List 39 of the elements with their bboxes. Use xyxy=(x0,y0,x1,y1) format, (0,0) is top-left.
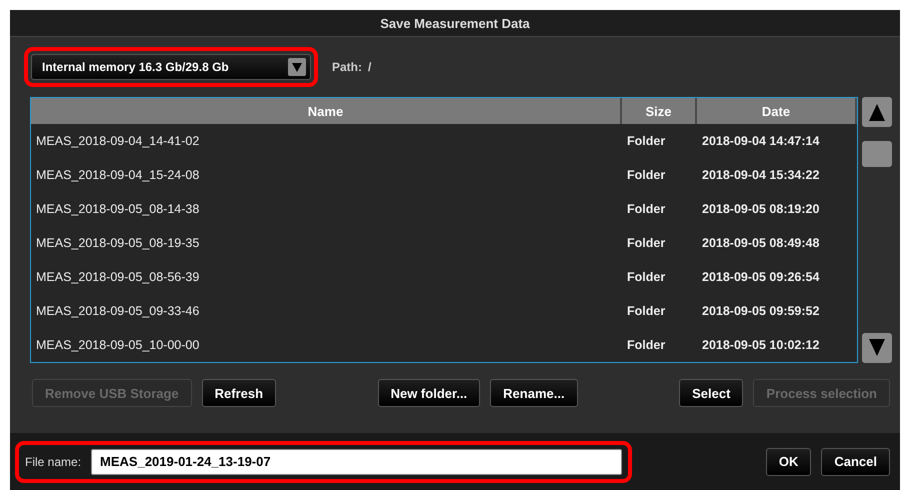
cancel-button[interactable]: Cancel xyxy=(821,448,890,476)
table-cell-text: Folder xyxy=(626,236,666,250)
action-button[interactable]: Rename... xyxy=(490,379,578,407)
scrollbar-thumb[interactable] xyxy=(862,141,892,167)
table-cell-text: MEAS_2018-09-05_08-56-39 xyxy=(35,270,200,284)
scroll-down-icon[interactable] xyxy=(862,333,892,363)
action-button[interactable]: Select xyxy=(679,379,744,407)
table-cell-text: MEAS_2018-09-05_09-33-46 xyxy=(35,304,200,318)
table-cell-text: 2018-09-05 08:19:20 xyxy=(701,202,820,216)
table-cell-text: MEAS_2018-09-04_15-24-08 xyxy=(35,168,200,182)
table-cell-text: Folder xyxy=(626,202,666,216)
table-cell-text: Folder xyxy=(626,270,666,284)
table-cell-text: 2018-09-05 09:59:52 xyxy=(701,304,820,318)
action-button[interactable]: Refresh xyxy=(202,379,276,407)
table-cell-text: Folder xyxy=(626,134,666,148)
table-cell-text: MEAS_2018-09-05_08-19-35 xyxy=(35,236,200,250)
file-name-label: File name: xyxy=(25,454,82,468)
window-title: Save Measurement Data xyxy=(380,16,530,30)
file-name-field[interactable]: MEAS_2019-01-24_13-19-07 xyxy=(91,448,622,474)
path-label: Path: xyxy=(332,60,362,74)
storage-dropdown[interactable]: Internal memory 16.3 Gb/29.8 Gb xyxy=(31,54,311,80)
table-cell-text: MEAS_2018-09-04_14-41-02 xyxy=(35,134,200,148)
table-cell-text: 2018-09-05 08:49:48 xyxy=(701,236,820,250)
ok-button[interactable]: OK xyxy=(766,448,812,476)
table-cell-text: 2018-09-05 10:02:12 xyxy=(701,338,820,352)
table-cell-text: Folder xyxy=(626,168,666,182)
scroll-up-icon[interactable] xyxy=(862,97,892,127)
path-value: / xyxy=(368,60,372,74)
table-cell-text: Folder xyxy=(626,338,666,352)
column-header[interactable]: Size xyxy=(622,98,697,124)
action-button[interactable]: New folder... xyxy=(378,379,480,407)
column-header[interactable]: Date xyxy=(697,98,857,124)
table-cell-text: 2018-09-04 15:34:22 xyxy=(701,168,820,182)
table-cell-text: 2018-09-05 09:26:54 xyxy=(701,270,820,284)
table-cell-text: MEAS_2018-09-05_10-00-00 xyxy=(35,338,200,352)
column-header[interactable]: Name xyxy=(31,98,622,124)
table-cell-text: Folder xyxy=(626,304,666,318)
table-cell-text: 2018-09-04 14:47:14 xyxy=(701,134,820,148)
table-cell-text: MEAS_2018-09-05_08-14-38 xyxy=(35,202,200,216)
